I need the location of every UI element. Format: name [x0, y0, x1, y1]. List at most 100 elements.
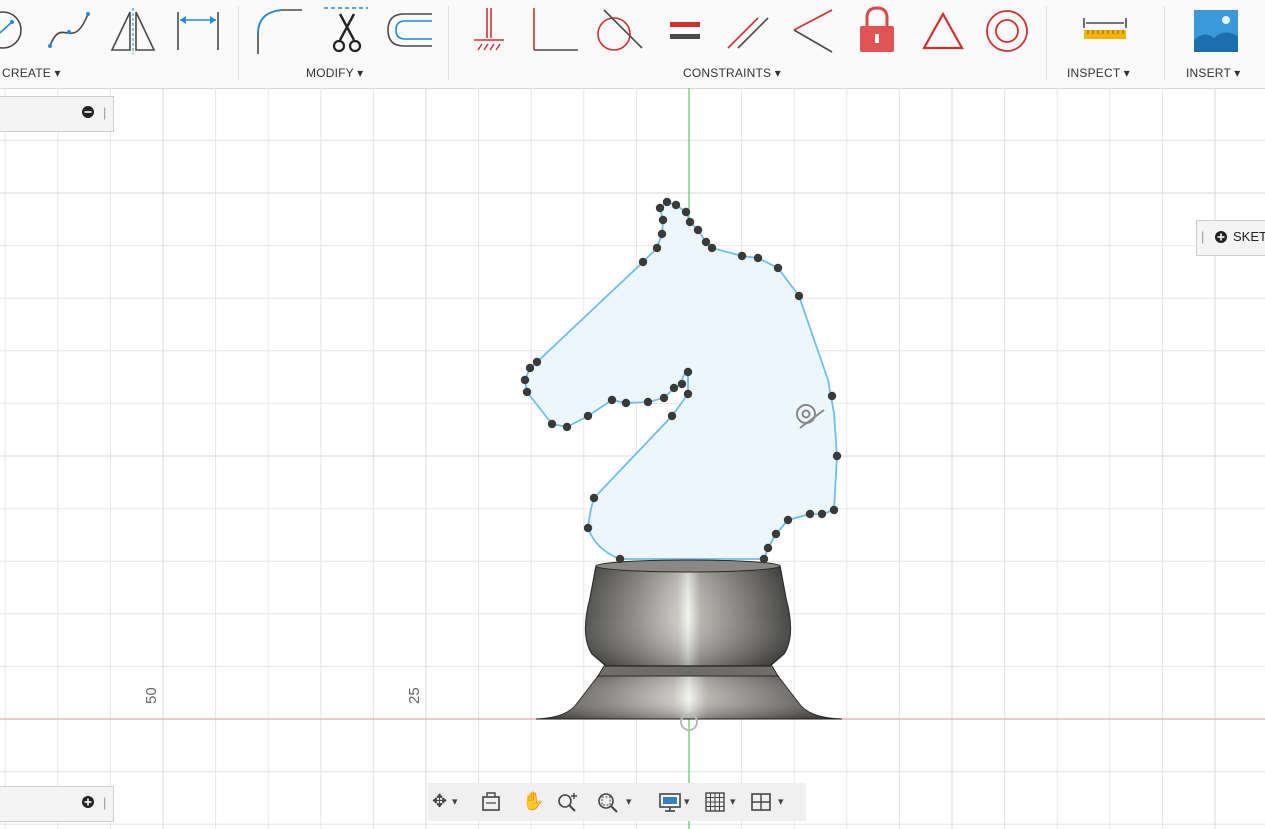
fillet-icon[interactable]: [252, 4, 302, 56]
triangle-icon[interactable]: [918, 4, 968, 56]
tangent-icon[interactable]: [594, 4, 644, 56]
sketch-point[interactable]: [677, 379, 687, 389]
trim-icon[interactable]: [322, 4, 372, 56]
sketch-point[interactable]: [667, 411, 677, 421]
fix-icon[interactable]: [464, 4, 514, 56]
sketch-point[interactable]: [759, 554, 769, 564]
orbit-icon[interactable]: ✥: [432, 791, 447, 812]
group-divider: [238, 6, 239, 80]
perpendicular-icon[interactable]: [530, 4, 580, 56]
sketch-point[interactable]: [562, 422, 572, 432]
comments-panel[interactable]: |: [0, 786, 114, 822]
sketch-point[interactable]: [525, 363, 535, 373]
display-settings-icon[interactable]: [658, 791, 682, 818]
sketch-point[interactable]: [589, 493, 599, 503]
sketch-point[interactable]: [737, 251, 747, 261]
sketch-point[interactable]: [763, 543, 773, 553]
sketch-point[interactable]: [638, 257, 648, 267]
sketch-point[interactable]: [827, 391, 837, 401]
mirror-icon[interactable]: [108, 4, 158, 56]
sketch-point[interactable]: [532, 357, 542, 367]
constraints-menu[interactable]: CONSTRAINTS ▾: [683, 66, 781, 80]
sketch-point[interactable]: [655, 203, 665, 213]
collapse-icon[interactable]: [81, 105, 95, 122]
sketch-point[interactable]: [783, 515, 793, 525]
sketch-point[interactable]: [652, 243, 662, 253]
sketch-point[interactable]: [583, 411, 593, 421]
sketch-canvas[interactable]: 50 25 | |: [0, 88, 1265, 829]
sketch-point[interactable]: [520, 375, 530, 385]
sketch-palette-label: SKET: [1233, 229, 1265, 244]
expand-icon[interactable]: [1214, 230, 1228, 247]
sketch-point[interactable]: [753, 253, 763, 263]
sketch-palette[interactable]: | SKET: [1196, 220, 1265, 256]
chess-base-model[interactable]: [535, 559, 843, 720]
pan-icon[interactable]: ✋: [522, 791, 544, 812]
group-divider: [448, 6, 449, 80]
dimension-icon[interactable]: [172, 4, 222, 56]
panel-grip-icon[interactable]: |: [1201, 229, 1204, 244]
sketch-point[interactable]: [832, 451, 842, 461]
sketch-point[interactable]: [621, 398, 631, 408]
sketch-point[interactable]: [701, 237, 711, 247]
sketch-point[interactable]: [522, 387, 532, 397]
sketch-point[interactable]: [681, 207, 691, 217]
panel-grip-icon[interactable]: |: [103, 105, 106, 120]
sketch-point[interactable]: [805, 509, 815, 519]
look-at-icon[interactable]: [480, 791, 502, 818]
sketch-point[interactable]: [607, 395, 617, 405]
sketch-point[interactable]: [657, 229, 667, 239]
sketch-point[interactable]: [773, 263, 783, 273]
browser-panel[interactable]: |: [0, 96, 114, 132]
zoom-icon[interactable]: [556, 791, 580, 818]
sketch-point[interactable]: [693, 225, 703, 235]
axis-label-25: 25: [406, 687, 423, 704]
sketch-point[interactable]: [683, 367, 693, 377]
offset-icon[interactable]: [384, 4, 434, 56]
sketch-drawing: 50 25: [0, 88, 1265, 829]
panel-grip-icon[interactable]: |: [103, 795, 106, 810]
lock-icon[interactable]: [852, 4, 902, 56]
sketch-point[interactable]: [685, 217, 695, 227]
circle-icon[interactable]: [0, 4, 28, 56]
insert-menu[interactable]: INSERT ▾: [1186, 66, 1241, 80]
viewports-dropdown-icon[interactable]: ▾: [778, 795, 784, 808]
sketch-point[interactable]: [671, 200, 681, 210]
sketch-point[interactable]: [615, 554, 625, 564]
sketch-point[interactable]: [583, 523, 593, 533]
sketch-point[interactable]: [817, 509, 827, 519]
expand-icon[interactable]: [81, 795, 95, 812]
viewports-icon[interactable]: [750, 791, 772, 818]
fit-dropdown-icon[interactable]: ▾: [626, 795, 632, 808]
concentric-icon[interactable]: [982, 4, 1032, 56]
sketch-point[interactable]: [547, 419, 557, 429]
fit-icon[interactable]: [596, 791, 620, 818]
navigation-bar: ✥ ▾ ✋ ▾ ▾ ▾ ▾: [428, 783, 806, 821]
equal-icon[interactable]: [660, 4, 710, 56]
sketch-point[interactable]: [659, 393, 669, 403]
sketch-point[interactable]: [829, 505, 839, 515]
inspect-menu[interactable]: INSPECT ▾: [1067, 66, 1130, 80]
group-divider: [1046, 6, 1047, 80]
grid-dropdown-icon[interactable]: ▾: [730, 795, 736, 808]
grid-settings-icon[interactable]: [704, 791, 726, 818]
coincident-icon[interactable]: [788, 4, 838, 56]
sketch-point[interactable]: [662, 197, 672, 207]
create-menu[interactable]: CREATE ▾: [2, 66, 61, 80]
sketch-point[interactable]: [669, 383, 679, 393]
sketch-point[interactable]: [683, 389, 693, 399]
sketch-point[interactable]: [794, 291, 804, 301]
spline-icon[interactable]: [44, 4, 94, 56]
parallel-icon[interactable]: [724, 4, 774, 56]
insert-image-icon[interactable]: [1192, 4, 1242, 56]
measure-icon[interactable]: [1080, 4, 1130, 56]
group-divider: [1164, 6, 1165, 80]
sketch-point[interactable]: [643, 397, 653, 407]
sketch-point[interactable]: [658, 215, 668, 225]
axis-label-50: 50: [143, 687, 160, 704]
sketch-point[interactable]: [707, 243, 717, 253]
orbit-dropdown-icon[interactable]: ▾: [452, 795, 458, 808]
display-dropdown-icon[interactable]: ▾: [684, 795, 690, 808]
sketch-point[interactable]: [771, 529, 781, 539]
modify-menu[interactable]: MODIFY ▾: [306, 66, 363, 80]
